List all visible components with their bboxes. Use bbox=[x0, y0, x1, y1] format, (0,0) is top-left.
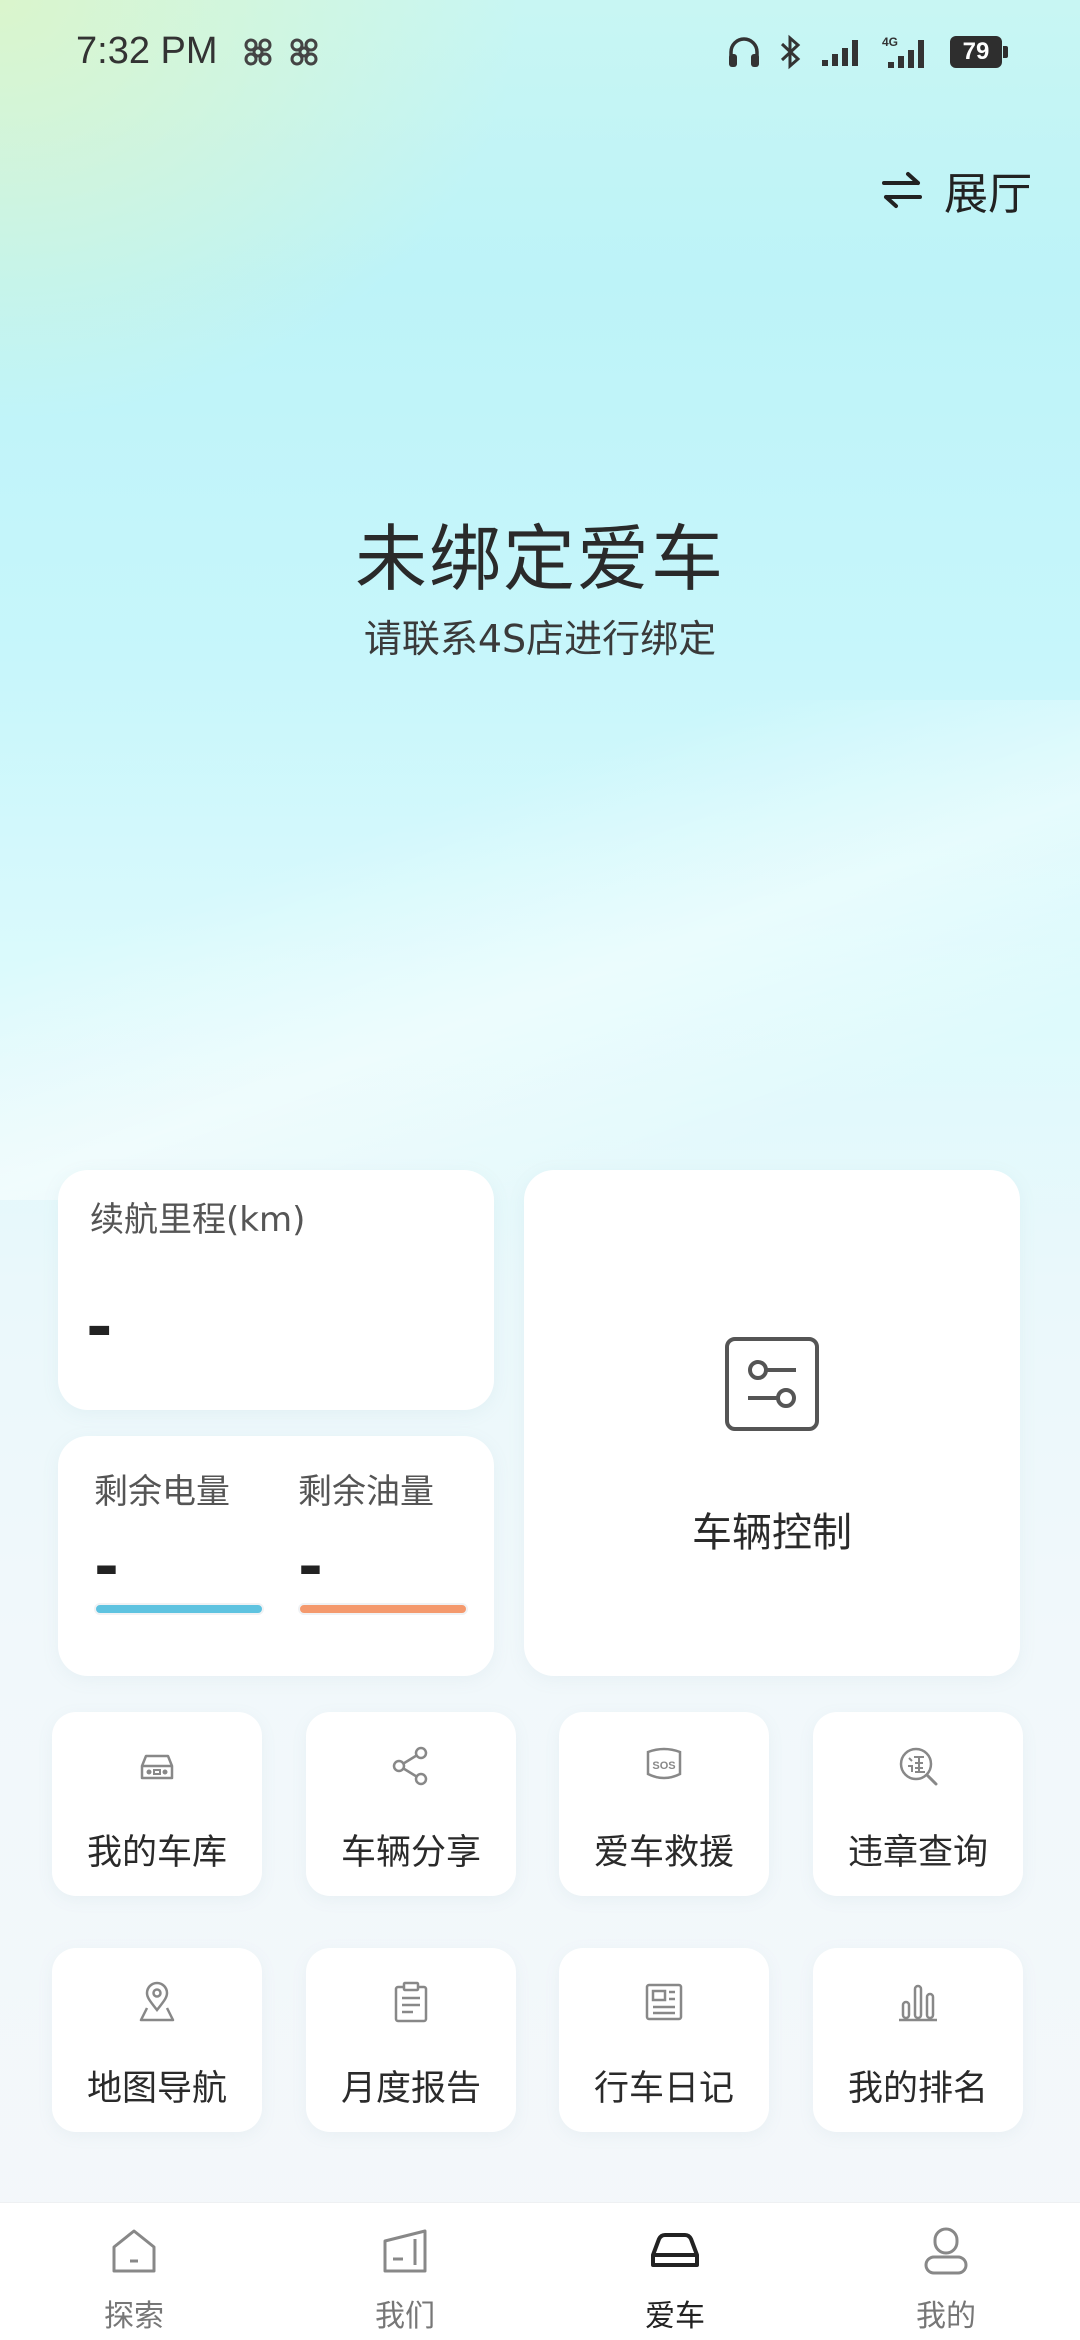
background-sheen bbox=[0, 700, 1080, 1200]
map-navigation-button[interactable]: 地图导航 bbox=[52, 1948, 262, 2132]
battery-level-col: 剩余电量 - bbox=[94, 1464, 264, 1615]
map-pin-icon bbox=[139, 1981, 175, 2022]
garage-car-icon bbox=[140, 1754, 174, 1780]
tile-label: 月度报告 bbox=[340, 2069, 481, 2109]
range-label: 续航里程(km) bbox=[90, 1200, 306, 1240]
battery-label: 剩余电量 bbox=[94, 1472, 230, 1512]
bottom-nav: 探索 我们 爱车 我的 bbox=[0, 2202, 1080, 2340]
nav-label: 我们 bbox=[375, 2299, 435, 2334]
tile-label: 地图导航 bbox=[86, 2069, 227, 2109]
showroom-switch-button[interactable]: 展厅 bbox=[880, 158, 1032, 222]
status-bar: 7:32 PM 4G 79 bbox=[0, 0, 1080, 110]
my-ranking-button[interactable]: 我的排名 bbox=[813, 1948, 1023, 2132]
energy-card[interactable]: 剩余电量 - 剩余油量 - bbox=[58, 1436, 494, 1676]
nav-label: 探索 bbox=[104, 2299, 164, 2334]
tile-label: 爱车救援 bbox=[593, 1833, 734, 1873]
building-icon bbox=[383, 2229, 427, 2273]
tile-label: 我的排名 bbox=[847, 2069, 988, 2109]
car-icon bbox=[651, 2233, 699, 2267]
nav-item-us[interactable]: 我们 bbox=[305, 2225, 505, 2335]
fuel-value: - bbox=[298, 1532, 323, 1602]
my-garage-button[interactable]: 我的车库 bbox=[52, 1712, 262, 1896]
nav-item-my-car[interactable]: 爱车 bbox=[575, 2225, 775, 2335]
vehicle-share-button[interactable]: 车辆分享 bbox=[306, 1712, 516, 1896]
tile-label: 车辆分享 bbox=[340, 1833, 481, 1873]
fuel-label: 剩余油量 bbox=[298, 1472, 434, 1512]
notification-icons bbox=[242, 36, 320, 68]
battery-level: 79 bbox=[962, 38, 990, 65]
bar-chart-icon bbox=[899, 1984, 937, 2022]
nav-label: 爱车 bbox=[645, 2299, 705, 2334]
headphones-icon bbox=[729, 37, 759, 67]
clipboard-icon bbox=[394, 1981, 428, 2023]
fuel-level-col: 剩余油量 - bbox=[298, 1464, 468, 1615]
tile-label: 我的车库 bbox=[86, 1833, 227, 1873]
svg-text:SOS: SOS bbox=[652, 1760, 675, 1772]
showroom-label: 展厅 bbox=[944, 169, 1032, 220]
status-time: 7:32 PM bbox=[76, 30, 218, 72]
china-unicom-icon bbox=[290, 38, 318, 66]
car-rescue-button[interactable]: SOS 爱车救援 bbox=[559, 1712, 769, 1896]
battery-bar bbox=[94, 1603, 264, 1615]
swap-icon bbox=[882, 172, 922, 208]
monthly-report-button[interactable]: 月度报告 bbox=[306, 1948, 516, 2132]
violation-search-icon bbox=[899, 1747, 938, 1786]
nav-item-explore[interactable]: 探索 bbox=[34, 2225, 234, 2335]
nav-item-profile[interactable]: 我的 bbox=[846, 2225, 1046, 2335]
range-value: - bbox=[86, 1291, 113, 1365]
tile-label: 行车日记 bbox=[593, 2069, 734, 2109]
page-subtitle: 请联系4S店进行绑定 bbox=[363, 617, 717, 661]
sliders-icon bbox=[725, 1337, 819, 1431]
battery-icon: 79 bbox=[950, 36, 1008, 68]
sos-icon: SOS bbox=[646, 1747, 682, 1780]
range-card[interactable]: 续航里程(km) - bbox=[58, 1170, 494, 1410]
tile-label: 违章查询 bbox=[847, 1833, 988, 1873]
signal-4g-icon: 4G bbox=[882, 35, 924, 68]
signal-icon bbox=[822, 40, 858, 66]
page-title: 未绑定爱车 bbox=[354, 517, 725, 601]
violation-check-button[interactable]: 违章查询 bbox=[813, 1712, 1023, 1896]
profile-icon bbox=[924, 2227, 968, 2275]
battery-value: - bbox=[94, 1532, 119, 1602]
svg-text:4G: 4G bbox=[882, 35, 898, 49]
newspaper-icon bbox=[645, 1983, 683, 2021]
home-icon bbox=[112, 2229, 156, 2273]
driving-diary-button[interactable]: 行车日记 bbox=[559, 1948, 769, 2132]
vehicle-control-label: 车辆控制 bbox=[692, 1510, 852, 1556]
nav-label: 我的 bbox=[916, 2299, 976, 2334]
fuel-bar bbox=[298, 1603, 468, 1615]
bluetooth-icon bbox=[780, 34, 801, 70]
china-unicom-icon bbox=[244, 38, 272, 66]
system-icons: 4G 79 bbox=[726, 34, 1008, 70]
vehicle-control-button[interactable]: 车辆控制 bbox=[524, 1170, 1020, 1676]
share-icon bbox=[392, 1746, 428, 1786]
